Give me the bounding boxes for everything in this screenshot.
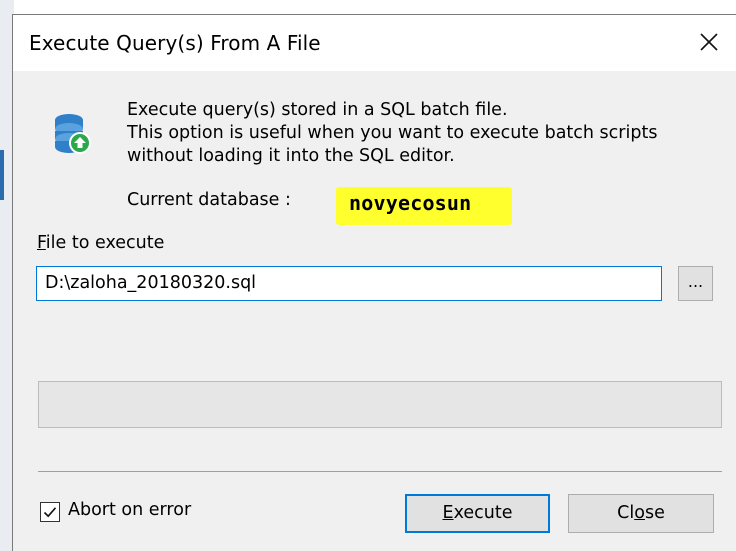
description-text: Execute query(s) stored in a SQL batch f…	[127, 99, 657, 168]
execution-progress-bar	[38, 381, 722, 428]
close-button[interactable]: Close	[568, 494, 714, 533]
description-line: without loading it into the SQL editor.	[127, 146, 455, 166]
current-database-label: Current database :	[127, 190, 291, 210]
dialog-title: Execute Query(s) From A File	[29, 31, 321, 55]
database-upload-icon	[55, 114, 91, 154]
abort-on-error-checkbox[interactable]	[40, 502, 60, 522]
close-label-start: Cl	[617, 503, 635, 523]
execute-label: xecute	[453, 503, 513, 523]
abort-on-error-label[interactable]: Abort on error	[68, 500, 191, 520]
check-icon	[43, 507, 57, 518]
close-label-end: se	[644, 503, 665, 523]
execute-file-dialog: Execute Query(s) From A File Execute que…	[12, 14, 736, 551]
close-accelerator: o	[634, 503, 645, 523]
title-bar: Execute Query(s) From A File	[13, 15, 736, 71]
file-path-input[interactable]: D:\zaloha_20180320.sql	[36, 266, 662, 301]
execute-accelerator: E	[442, 503, 454, 523]
browse-button[interactable]: ...	[678, 266, 713, 301]
footer-separator	[38, 471, 722, 472]
description-line: This option is useful when you want to e…	[127, 123, 658, 143]
description-line: Execute query(s) stored in a SQL batch f…	[127, 100, 508, 120]
background-accent-strip	[0, 150, 4, 200]
close-icon[interactable]	[692, 25, 726, 59]
file-label-accelerator: F	[37, 233, 46, 253]
execute-button[interactable]: Execute	[405, 494, 550, 533]
file-label-text: ile to execute	[45, 233, 165, 253]
file-to-execute-label: File to execute	[37, 233, 164, 253]
current-database-name: novyecosun	[349, 191, 472, 215]
